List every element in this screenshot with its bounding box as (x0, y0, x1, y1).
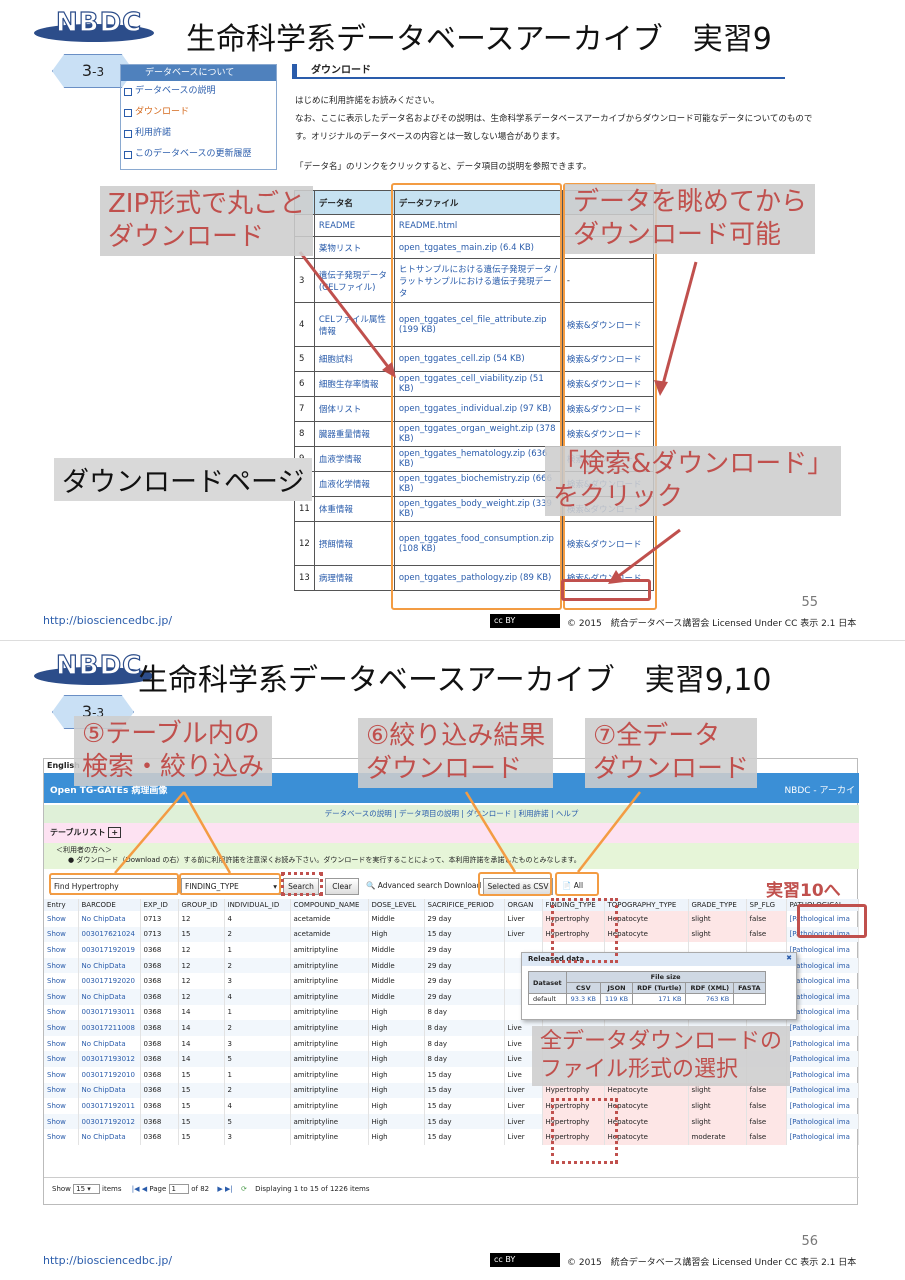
footer-url[interactable]: http://biosciencedbc.jp/ (43, 1254, 172, 1267)
copyright: © 2015 統合データベース講習会 Licensed Under CC 表示 … (567, 1258, 857, 1268)
line-to-field (182, 791, 232, 874)
line-to-csv (464, 791, 517, 873)
line-to-all (577, 791, 641, 873)
cc-badge: cc BY (490, 1253, 560, 1267)
connector-lines (114, 791, 641, 874)
line-to-find (114, 791, 185, 874)
page-number: 56 (801, 1234, 818, 1249)
